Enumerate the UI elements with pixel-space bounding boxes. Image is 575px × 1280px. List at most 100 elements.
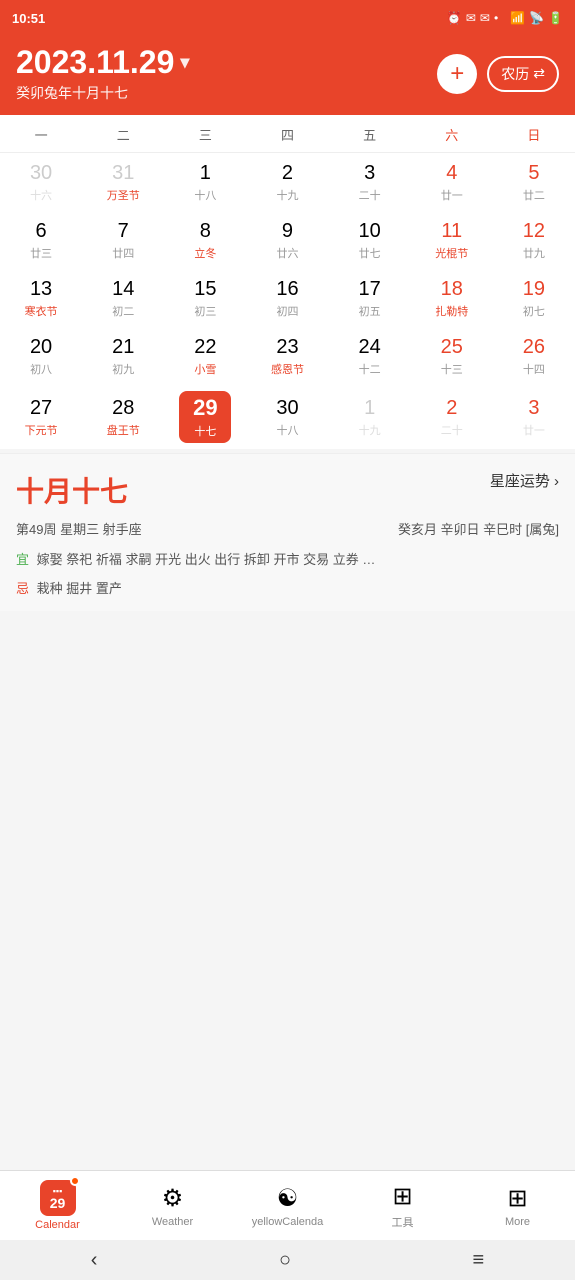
day-cell[interactable]: 12廿九 <box>493 211 575 269</box>
day-num: 30 <box>30 161 52 185</box>
day-sub: 扎勒特 <box>435 303 468 319</box>
add-event-button[interactable]: + <box>437 54 477 94</box>
day-cell[interactable]: 30 十六 <box>0 153 82 211</box>
calendar-badge <box>70 1176 80 1186</box>
auspicious-yi: 宜 嫁娶 祭祀 祈福 求嗣 开光 出火 出行 拆卸 开市 交易 立券 … <box>16 548 559 571</box>
day-cell[interactable]: 2十九 <box>246 153 328 211</box>
day-cell[interactable]: 17初五 <box>329 269 411 327</box>
lunar-switch-button[interactable]: 农历 ⇄ <box>487 56 559 92</box>
day-cell[interactable]: 6 廿三 <box>0 211 82 269</box>
day-cell[interactable]: 16初四 <box>246 269 328 327</box>
day-cell[interactable]: 11光棍节 <box>411 211 493 269</box>
day-sub: 二十 <box>441 422 463 438</box>
day-num: 2 <box>446 396 457 420</box>
day-sub: 二十 <box>359 187 381 203</box>
calendar-nav-icon: ▪▪▪ 29 <box>40 1180 76 1216</box>
day-sub: 初二 <box>112 303 134 319</box>
date-dropdown-arrow[interactable]: ▾ <box>180 52 189 73</box>
yi-label: 宜 <box>16 552 29 567</box>
day-cell[interactable]: 5廿二 <box>493 153 575 211</box>
status-time: 10:51 <box>12 11 45 26</box>
day-num: 16 <box>276 277 298 301</box>
horoscope-link[interactable]: 星座运势 › <box>490 470 559 491</box>
day-sub: 初八 <box>30 361 52 377</box>
calendar-header: 2023.11.29 ▾ 癸卯兔年十月十七 + 农历 ⇄ <box>0 36 575 115</box>
day-num: 3 <box>528 396 539 420</box>
day-sub: 廿六 <box>276 245 298 261</box>
day-sub: 十四 <box>523 361 545 377</box>
day-sub: 十六 <box>30 187 52 203</box>
day-cell[interactable]: 1十八 <box>164 153 246 211</box>
nav-label-tools: 工具 <box>392 1214 414 1230</box>
day-cell[interactable]: 10廿七 <box>329 211 411 269</box>
weekday-sat: 六 <box>411 121 493 148</box>
day-num: 3 <box>364 161 375 185</box>
day-cell[interactable]: 9廿六 <box>246 211 328 269</box>
system-nav-bar: ‹ ○ ≡ <box>0 1240 575 1280</box>
nav-item-tools[interactable]: ⊞ 工具 <box>345 1176 460 1236</box>
nav-label-calendar: Calendar <box>35 1219 80 1231</box>
day-cell[interactable]: 3廿一 <box>493 385 575 449</box>
nav-label-yellowcal: yellowCalenda <box>252 1216 324 1228</box>
day-cell[interactable]: 24十二 <box>329 327 411 385</box>
day-cell[interactable]: 28盘王节 <box>82 385 164 449</box>
day-num: 6 <box>36 219 47 243</box>
day-cell[interactable]: 4廿一 <box>411 153 493 211</box>
header-actions: + 农历 ⇄ <box>437 54 559 94</box>
nav-item-yellowcalendar[interactable]: ☯ yellowCalenda <box>230 1178 345 1234</box>
day-sub: 廿三 <box>30 245 52 261</box>
day-cell[interactable]: 19初七 <box>493 269 575 327</box>
day-sub: 十八 <box>194 187 216 203</box>
day-num: 4 <box>446 161 457 185</box>
day-num: 12 <box>523 219 545 243</box>
day-cell[interactable]: 29十七 <box>164 385 246 449</box>
email2-icon: ✉ <box>480 11 490 25</box>
day-cell[interactable]: 31万圣节 <box>82 153 164 211</box>
header-date-area: 2023.11.29 ▾ 癸卯兔年十月十七 <box>16 44 189 103</box>
day-cell[interactable]: 25十三 <box>411 327 493 385</box>
day-cell[interactable]: 18扎勒特 <box>411 269 493 327</box>
nav-item-more[interactable]: ⊞ More <box>460 1178 575 1234</box>
day-num: 2 <box>282 161 293 185</box>
day-cell[interactable]: 30 十八 <box>246 385 328 449</box>
day-cell[interactable]: 1十九 <box>329 385 411 449</box>
date-text: 2023.11.29 <box>16 44 174 81</box>
home-button[interactable]: ○ <box>279 1249 291 1272</box>
header-date[interactable]: 2023.11.29 ▾ <box>16 44 189 81</box>
day-cell[interactable]: 14初二 <box>82 269 164 327</box>
day-cell[interactable]: 3 二十 <box>329 153 411 211</box>
day-cell[interactable]: 23感恩节 <box>246 327 328 385</box>
day-sub: 十八 <box>276 422 298 438</box>
day-cell[interactable]: 20初八 <box>0 327 82 385</box>
day-sub: 廿二 <box>523 187 545 203</box>
day-num: 30 <box>276 396 298 420</box>
day-num: 11 <box>441 219 462 243</box>
day-cell[interactable]: 15初三 <box>164 269 246 327</box>
wifi-icon: 📡 <box>529 11 544 25</box>
back-button[interactable]: ‹ <box>91 1249 98 1272</box>
day-cell[interactable]: 8立冬 <box>164 211 246 269</box>
day-cell[interactable]: 26十四 <box>493 327 575 385</box>
calendar-grid: 30 十六 31万圣节1十八2十九 3 二十 4廿一5廿二 6 廿三 7廿四8立冬9廿六10廿七… <box>0 153 575 449</box>
day-cell[interactable]: 7廿四 <box>82 211 164 269</box>
header-lunar: 癸卯兔年十月十七 <box>16 83 189 103</box>
nav-label-more: More <box>505 1216 530 1228</box>
day-sub: 万圣节 <box>107 187 140 203</box>
nav-item-weather[interactable]: ⚙ Weather <box>115 1178 230 1234</box>
day-sub: 小雪 <box>194 361 216 377</box>
day-cell[interactable]: 2 二十 <box>411 385 493 449</box>
day-meta-lunar: 癸亥月 辛卯日 辛巳时 [属兔] <box>398 518 559 541</box>
status-icons: ⏰ ✉ ✉ • 📶 📡 🔋 <box>447 11 563 25</box>
nav-item-calendar[interactable]: ▪▪▪ 29 Calendar <box>0 1174 115 1237</box>
day-sub: 立冬 <box>194 245 216 261</box>
day-cell[interactable]: 27下元节 <box>0 385 82 449</box>
selected-day-title: 十月十七 <box>16 476 128 507</box>
recents-button[interactable]: ≡ <box>473 1249 485 1272</box>
day-cell[interactable]: 22小雪 <box>164 327 246 385</box>
day-num: 13 <box>30 277 52 301</box>
selected-day-info: 十月十七 星座运势 › 第49周 星期三 射手座 癸亥月 辛卯日 辛巳时 [属兔… <box>0 453 575 610</box>
day-cell[interactable]: 13寒衣节 <box>0 269 82 327</box>
weekday-fri: 五 <box>329 121 411 148</box>
day-sub: 盘王节 <box>107 422 140 438</box>
day-cell[interactable]: 21初九 <box>82 327 164 385</box>
